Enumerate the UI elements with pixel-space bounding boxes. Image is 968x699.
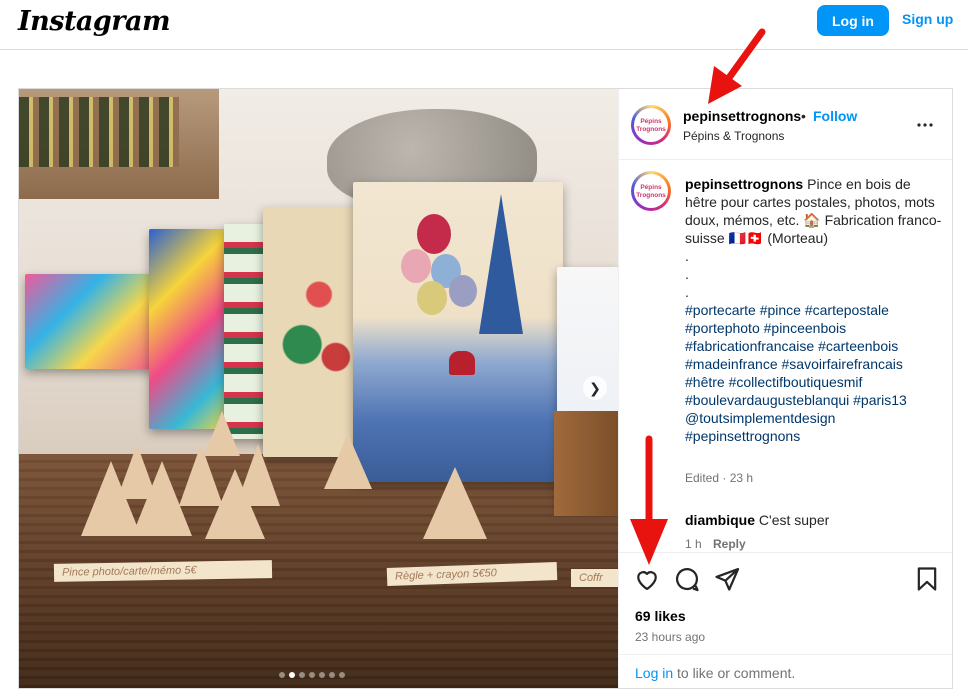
- eiffel-tower-illustration: [479, 194, 523, 334]
- wooden-clip: [423, 467, 487, 539]
- chevron-right-icon: ❯: [589, 380, 601, 396]
- caption-hashtags[interactable]: #portecarte #pince #cartepostale #portep…: [685, 302, 907, 444]
- post-header: Pépins Trognons pepinsettrognons • Follo…: [619, 89, 952, 160]
- edited-timestamp: Edited · 23 h: [685, 471, 754, 485]
- annotation-arrow-icon: [708, 28, 766, 104]
- post-timestamp[interactable]: 23 hours ago: [635, 630, 705, 644]
- wooden-clip: [205, 469, 265, 539]
- share-icon: [715, 567, 740, 591]
- carousel-indicator: [277, 665, 347, 678]
- comment-item: diambique C'est super: [685, 511, 943, 529]
- top-bar: Instagram Log in Sign up: [0, 0, 968, 50]
- comment-icon: [675, 568, 699, 592]
- balloon: [417, 214, 451, 254]
- caption-avatar[interactable]: Pépins Trognons: [631, 171, 671, 211]
- carousel-dot: [339, 672, 345, 678]
- post-media[interactable]: Pince photo/carte/mémo 5€ Règle + crayon…: [19, 89, 618, 688]
- wooden-clip: [324, 434, 372, 489]
- login-prompt: Log in to like or comment.: [619, 654, 952, 690]
- login-button[interactable]: Log in: [817, 5, 889, 36]
- carousel-dot: [299, 672, 305, 678]
- balloon: [401, 249, 431, 283]
- annotation-arrow-icon: [630, 435, 668, 565]
- wooden-clip: [132, 461, 192, 536]
- separator: •: [801, 108, 806, 124]
- signup-link[interactable]: Sign up: [902, 11, 953, 27]
- price-tag: Coffr: [571, 569, 618, 587]
- avatar-logo-text: Pépins Trognons: [634, 174, 668, 208]
- post-caption: pepinsettrognons Pince en bois de hêtre …: [685, 175, 943, 445]
- more-options-button[interactable]: [913, 113, 937, 137]
- photo-bottles: [19, 97, 179, 167]
- carousel-dot: [309, 672, 315, 678]
- follow-button[interactable]: Follow: [813, 108, 857, 124]
- balloon: [449, 275, 477, 307]
- caption-username[interactable]: pepinsettrognons: [685, 176, 803, 192]
- next-slide-button[interactable]: ❯: [583, 376, 607, 400]
- share-button[interactable]: [713, 565, 741, 593]
- login-prompt-text: to like or comment.: [677, 665, 796, 681]
- postcard-flowers: [25, 274, 155, 369]
- carousel-dot: [289, 672, 295, 678]
- post-subtitle: Pépins & Trognons: [683, 129, 785, 143]
- comment-reply-button[interactable]: Reply: [713, 537, 746, 551]
- wooden-crate: [554, 411, 618, 516]
- save-button[interactable]: [913, 565, 941, 593]
- carousel-dot: [279, 672, 285, 678]
- price-tag: Pince photo/carte/mémo 5€: [53, 560, 273, 582]
- likes-count[interactable]: 69 likes: [635, 608, 686, 624]
- avatar-logo-text: Pépins Trognons: [634, 108, 668, 142]
- postcard-colorful: [149, 229, 229, 429]
- postcard-paris: [353, 182, 563, 482]
- post-card: Pince photo/carte/mémo 5€ Règle + crayon…: [18, 88, 953, 689]
- post-sidebar: Pépins Trognons pepinsettrognons • Follo…: [618, 89, 952, 688]
- balloon: [417, 281, 447, 315]
- login-link[interactable]: Log in: [635, 665, 673, 681]
- comment-username[interactable]: diambique: [685, 512, 755, 528]
- post-username[interactable]: pepinsettrognons: [683, 108, 801, 124]
- avatar[interactable]: Pépins Trognons: [631, 105, 671, 145]
- caption-dot: .: [685, 248, 689, 264]
- caption-dot: .: [685, 266, 689, 282]
- carousel-dot: [319, 672, 325, 678]
- instagram-logo[interactable]: Instagram: [18, 6, 171, 37]
- carousel-dot: [329, 672, 335, 678]
- comment-button[interactable]: [673, 565, 701, 593]
- comment-time: 1 h: [685, 537, 702, 551]
- girl-illustration: [449, 351, 475, 375]
- more-icon: [917, 123, 933, 127]
- caption-dot: .: [685, 284, 689, 300]
- comment-text: C'est super: [758, 512, 830, 528]
- post-actions: 69 likes 23 hours ago Log in to like or …: [619, 552, 952, 689]
- save-icon: [917, 567, 937, 591]
